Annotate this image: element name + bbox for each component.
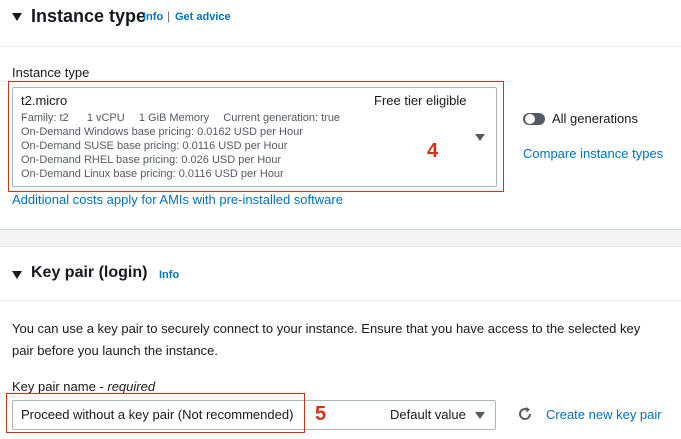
collapse-caret-icon[interactable]	[12, 271, 22, 279]
required-text: required	[107, 379, 156, 394]
all-generations-toggle[interactable]	[523, 113, 545, 125]
key-pair-title: Key pair (login)	[31, 264, 148, 281]
compare-instance-types-link[interactable]: Compare instance types	[523, 146, 663, 161]
key-pair-header: Key pair (login) Info	[0, 247, 681, 301]
key-pair-description: You can use a key pair to securely conne…	[12, 321, 641, 358]
highlight-box-keypair	[6, 393, 305, 433]
create-new-key-pair-link[interactable]: Create new key pair	[546, 407, 662, 422]
key-pair-label-text: Key pair name -	[12, 379, 108, 394]
highlight-box-instance	[8, 81, 504, 192]
all-generations-label: All generations	[552, 111, 638, 126]
refresh-icon[interactable]	[517, 406, 533, 422]
key-pair-field-label: Key pair name - required	[12, 379, 155, 394]
annotation-5: 5	[315, 403, 327, 425]
default-value-label: Default value	[390, 407, 466, 422]
dropdown-arrow-icon[interactable]	[475, 412, 485, 419]
instance-type-field-label: Instance type	[12, 65, 90, 80]
instance-type-info-link[interactable]: Info	[143, 11, 163, 23]
instance-type-title: Instance type	[31, 6, 147, 26]
toggle-knob	[525, 114, 535, 124]
collapse-caret-icon[interactable]	[12, 13, 22, 21]
section-divider	[0, 229, 681, 247]
annotation-4: 4	[427, 140, 439, 162]
get-advice-link[interactable]: Get advice	[175, 11, 231, 23]
additional-costs-link[interactable]: Additional costs apply for AMIs with pre…	[12, 192, 343, 207]
instance-type-header: Instance type Info | Get advice	[0, 0, 681, 47]
header-separator: |	[167, 9, 171, 23]
key-pair-info-link[interactable]: Info	[159, 269, 179, 281]
